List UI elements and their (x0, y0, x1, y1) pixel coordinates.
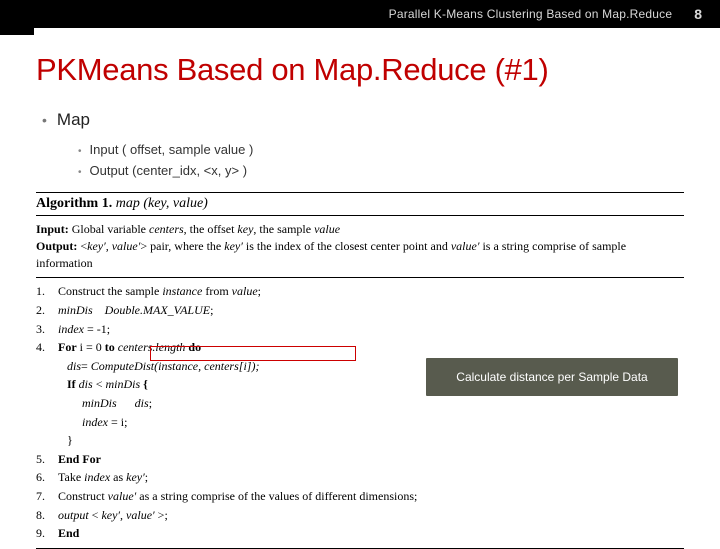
bullet-map-label: Map (57, 110, 90, 130)
bullet-dot-icon: • (78, 146, 82, 157)
bullet-level2: • Input ( offset, sample value ) (78, 142, 720, 157)
black-stub (0, 28, 34, 35)
top-bar: Parallel K-Means Clustering Based on Map… (0, 0, 720, 28)
algorithm-io: Input: Global variable centers, the offs… (36, 216, 684, 278)
callout-text: Calculate distance per Sample Data (456, 370, 647, 384)
slide-title: PKMeans Based on Map.Reduce (#1) (36, 52, 720, 88)
header-subtitle: Parallel K-Means Clustering Based on Map… (389, 7, 673, 21)
bullet-output-label: Output (center_idx, <x, y> ) (90, 163, 248, 178)
bullet-dot-icon: • (78, 167, 82, 178)
bullet-level2: • Output (center_idx, <x, y> ) (78, 163, 720, 178)
bullet-input-label: Input ( offset, sample value ) (90, 142, 254, 157)
algorithm-steps: 1.Construct the sample instance from val… (36, 278, 684, 548)
bullet-level1: • Map (42, 110, 720, 130)
algorithm-header: Algorithm 1. map (key, value) (36, 192, 684, 216)
slide-number: 8 (694, 6, 702, 22)
bullet-dot-icon: • (42, 112, 47, 128)
callout-box: Calculate distance per Sample Data (426, 358, 678, 396)
